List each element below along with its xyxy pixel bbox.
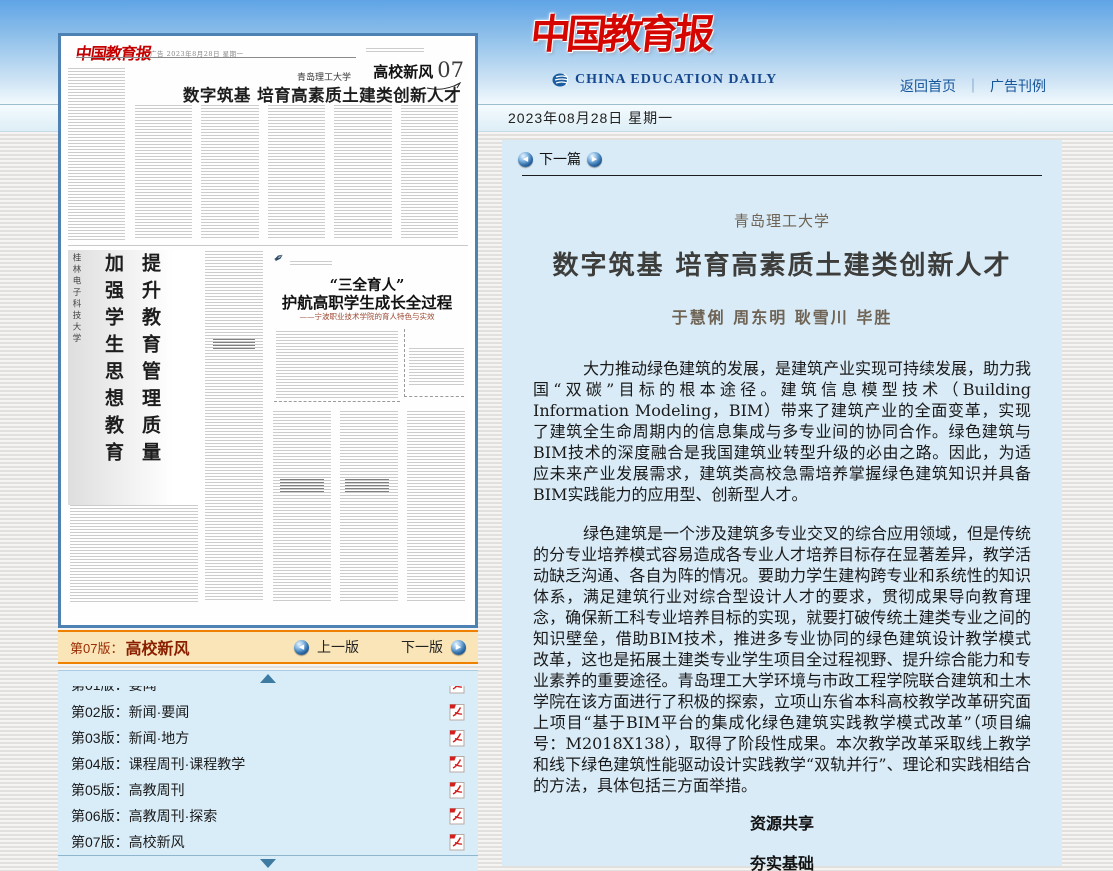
article-authors: 于慧俐 周东明 耿雪川 毕胜 [516,304,1048,328]
mini-subhead-line [213,339,255,349]
current-edition-name: 高校新风 [125,635,189,659]
prev-page-button[interactable]: 上一版 [317,637,359,657]
mini-left-title: 提升教育管理质量 加强学生思想教育 [100,253,164,493]
home-link[interactable]: 返回首页 [900,76,956,96]
site-logo-en-text: CHINA EDUCATION DAILY [575,72,777,88]
article-title: 数字筑基 培育高素质土建类创新人才 [516,245,1048,282]
mini-intro-box [274,329,400,402]
header-links: 返回首页 ｜ 广告刊例 [900,76,1046,96]
article-nav-top: ◀ 下一篇 ▶ [516,140,1048,173]
scroll-down-control[interactable] [58,856,478,871]
edition-row[interactable]: 第06版：高教周刊·探索 [58,803,478,829]
mini-text-block [70,505,198,603]
mini-text-columns [135,105,458,240]
edition-link[interactable]: 第07版：高校新风 [71,832,449,852]
edition-link[interactable]: 第04版：课程周刊·课程教学 [71,754,449,774]
mini-phone-line [366,48,424,52]
newspaper-page-preview[interactable]: 中国教育报 广告 2023年8月28日 星期一 高校新风 07 青岛理工大学 数… [58,33,478,628]
mini-subhead-line [280,479,324,493]
mini-text-columns [273,411,465,601]
ads-link[interactable]: 广告刊例 [990,76,1046,96]
edition-row-clipped[interactable]: 第01版：要闻 [58,686,478,699]
pdf-icon[interactable] [449,833,465,851]
site-logo: 中国教育报 [528,2,714,60]
current-edition-prefix: 第07版： [70,638,123,657]
article-kicker: 青岛理工大学 [516,210,1048,231]
edition-nav-bar: 第07版： 高校新风 ◀ 上一版 下一版 ▶ [58,630,478,664]
pdf-icon[interactable] [449,807,465,825]
mini-right-title-line2: 护航高职学生成长全过程 [268,291,466,313]
edition-link[interactable]: 第06版：高教周刊·探索 [71,806,449,826]
mini-text-column [205,251,263,601]
edition-link[interactable]: 第03版：新闻·地方 [71,728,449,748]
next-page-button[interactable]: 下一版 [401,637,443,657]
edition-row[interactable]: 第02版：新闻·要闻 [58,699,478,725]
mini-side-note [404,329,464,397]
edition-link[interactable]: 第05版：高教周刊 [71,780,449,800]
edition-link[interactable]: 第01版：要闻 [71,686,449,695]
edition-row[interactable]: 第04版：课程周刊·课程教学 [58,751,478,777]
quill-icon: ✒ [271,249,289,268]
mini-quill-caption [290,261,332,265]
date-text: 2023年08月28日 星期一 [508,105,1113,131]
mini-right-subtitle: ——宁波职业技术学院的育人特色与实效 [268,311,466,322]
article-panel: ◀ 下一篇 ▶ 青岛理工大学 数字筑基 培育高素质土建类创新人才 于慧俐 周东明… [502,140,1062,866]
mini-lead-title: 数字筑基 培育高素质土建类创新人才 [176,82,468,106]
edition-row[interactable]: 第03版：新闻·地方 [58,725,478,751]
next-article-link-top[interactable]: 下一篇 [539,149,581,169]
article-subhead: 资源共享 [516,810,1048,834]
header-link-separator: ｜ [966,76,980,96]
article-body: 大力推动绿色建筑的发展，是建筑产业实现可持续发展，助力我国“双碳”目标的根本途径… [516,358,1048,796]
mini-masthead-rule [76,57,356,58]
pdf-icon[interactable] [449,729,465,747]
page: 中国教育报 CHINA EDUCATION DAILY 返回首页 ｜ 广告刊例 … [0,0,1113,871]
prev-article-orb-icon[interactable]: ◀ [518,152,533,167]
article-top-rule [522,175,1042,176]
scroll-up-icon[interactable] [260,674,276,683]
mini-text-column [68,68,125,240]
pdf-icon[interactable] [449,686,465,694]
next-page-orb-icon[interactable]: ▶ [451,640,466,655]
next-article-orb-icon[interactable]: ▶ [587,152,602,167]
edition-link[interactable]: 第02版：新闻·要闻 [71,702,449,722]
scroll-down-icon[interactable] [260,859,276,868]
pdf-icon[interactable] [449,755,465,773]
article-paragraph: 大力推动绿色建筑的发展，是建筑产业实现可持续发展，助力我国“双碳”目标的根本途径… [533,358,1031,505]
edition-list: 第01版：要闻 第02版：新闻·要闻 第03版：新闻·地方 [58,670,478,871]
mini-subhead-line [345,479,389,493]
site-logo-subtitle: CHINA EDUCATION DAILY [552,72,777,88]
mini-left-school: 桂林电子科技大学 [70,253,82,378]
article-subhead: 夯实基础 [516,850,1048,871]
newspaper-page-image: 中国教育报 广告 2023年8月28日 星期一 高校新风 07 青岛理工大学 数… [68,39,468,622]
pdf-icon[interactable] [449,781,465,799]
globe-icon [552,73,570,87]
article-paragraph: 绿色建筑是一个涉及建筑多专业交叉的综合应用领域，但是传统的分专业培养模式容易造成… [533,523,1031,796]
pdf-icon[interactable] [449,703,465,721]
prev-page-orb-icon[interactable]: ◀ [294,640,309,655]
mini-masthead-logo: 中国教育报 [74,40,152,64]
mini-article-divider [68,245,468,246]
edition-row[interactable]: 第05版：高教周刊 [58,777,478,803]
edition-row[interactable]: 第07版：高校新风 [58,829,478,855]
scroll-up-control[interactable] [58,671,478,686]
